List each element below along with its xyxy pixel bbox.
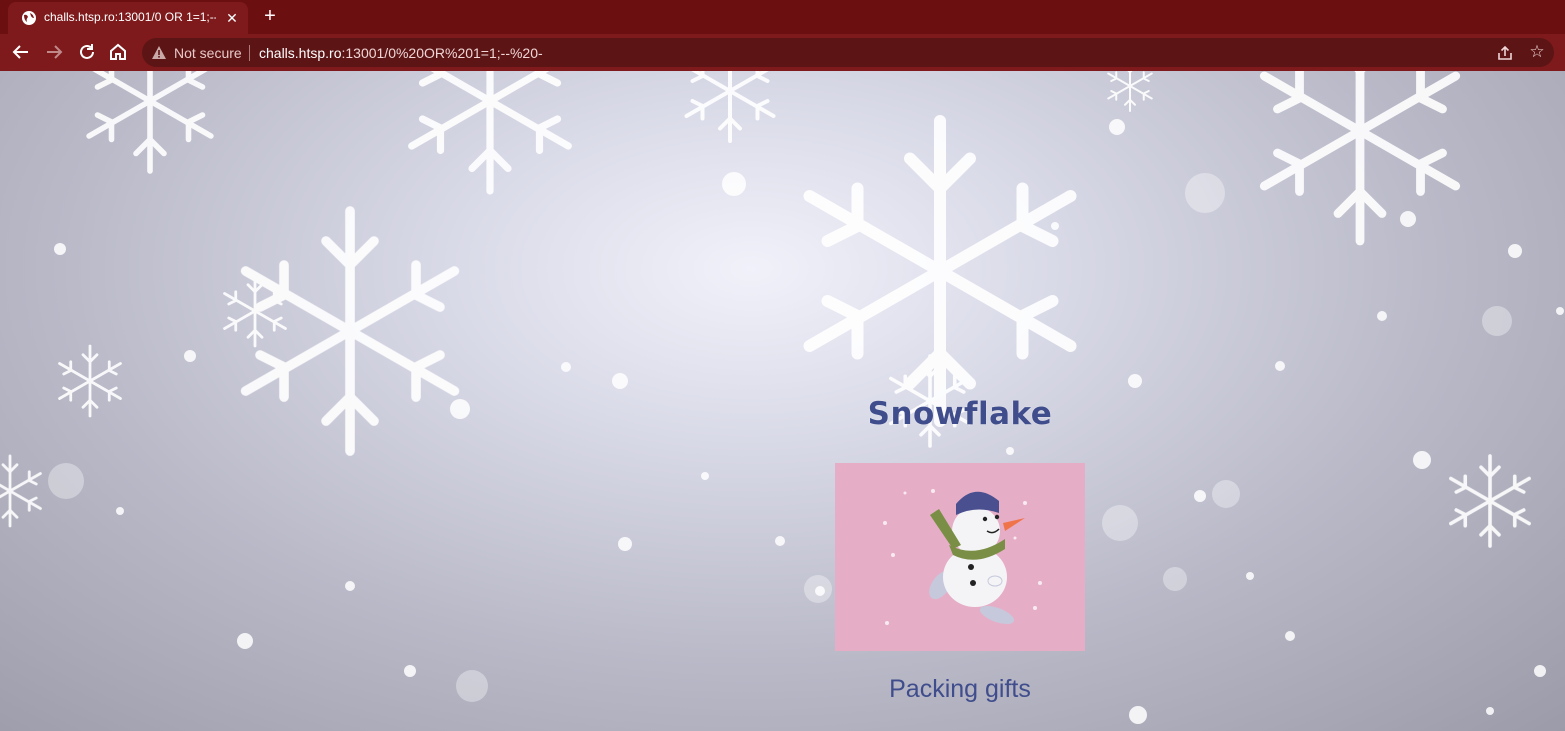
globe-icon	[22, 11, 36, 25]
page-viewport: Snowflake Packing gifts	[0, 71, 1565, 731]
forward-arrow-icon[interactable]	[42, 40, 66, 64]
page-title: Snowflake	[867, 396, 1053, 432]
warning-icon[interactable]	[151, 45, 167, 61]
reload-icon[interactable]	[75, 40, 99, 64]
tab-title: challs.htsp.ro:13001/0 OR 1=1;--	[44, 10, 216, 24]
url-host: challs.htsp.ro	[259, 45, 342, 61]
tab-strip: challs.htsp.ro:13001/0 OR 1=1;-- ✕ +	[0, 0, 1565, 34]
security-status[interactable]: Not secure	[174, 45, 242, 61]
url-text[interactable]: challs.htsp.ro:13001/0%20OR%201=1;--%20-	[259, 45, 543, 61]
close-tab-icon[interactable]: ✕	[224, 10, 240, 26]
bookmark-star-icon[interactable]: ☆	[1528, 43, 1546, 61]
snowman-illustration	[883, 489, 1042, 625]
new-tab-button[interactable]: +	[258, 5, 282, 29]
browser-toolbar: Not secure challs.htsp.ro:13001/0%20OR%2…	[0, 34, 1565, 71]
browser-tab[interactable]: challs.htsp.ro:13001/0 OR 1=1;-- ✕	[8, 2, 248, 34]
home-icon[interactable]	[106, 40, 130, 64]
url-path: :13001/0%20OR%201=1;--%20-	[341, 45, 543, 61]
snowflake-background	[0, 71, 1564, 724]
snowman-image	[835, 463, 1085, 651]
item-caption: Packing gifts	[889, 675, 1031, 703]
address-bar[interactable]: Not secure challs.htsp.ro:13001/0%20OR%2…	[142, 38, 1554, 67]
back-arrow-icon[interactable]	[9, 40, 33, 64]
share-icon[interactable]	[1496, 44, 1514, 62]
address-divider	[249, 45, 250, 61]
